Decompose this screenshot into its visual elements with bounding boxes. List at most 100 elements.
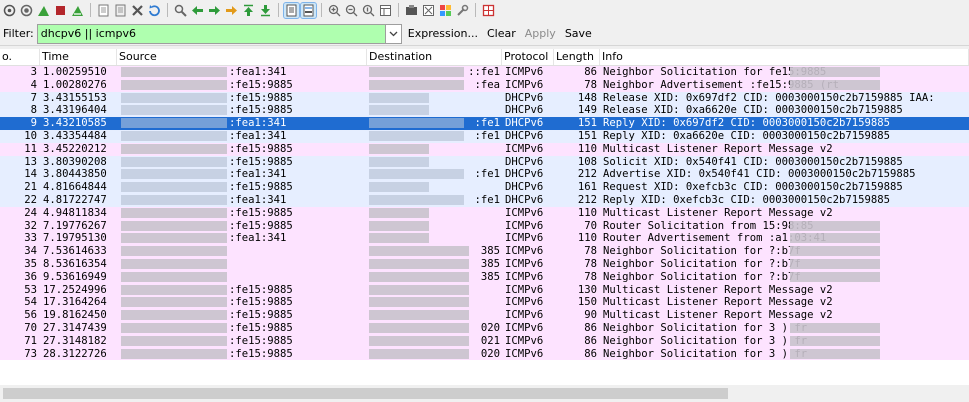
packet-length-text: 78 xyxy=(584,78,597,91)
packet-list[interactable]: o. Time Source Destination Protocol Leng… xyxy=(0,49,969,385)
packet-row[interactable]: 34 7.53614633 385 ICMPv6 78 Neighbor Solicita… xyxy=(0,245,969,258)
zoom-in-icon[interactable] xyxy=(327,3,342,18)
packet-row[interactable]: 70 27.3147439:fe15:9885 020 ICMPv6 86 Neighbo… xyxy=(0,321,969,335)
packet-length: 70 xyxy=(554,220,600,233)
apply-button[interactable]: Apply xyxy=(525,27,556,40)
packet-time-text: 3.43354484 xyxy=(43,129,107,142)
packet-row[interactable]: 73 28.3122726:fe15:9885 020 ICMPv6 86 Neighbo… xyxy=(0,347,969,361)
clear-button[interactable]: Clear xyxy=(487,27,516,40)
packet-row[interactable]: 54 17.3164264:fe15:9885 ICMPv6 150 Multicast… xyxy=(0,296,969,310)
packet-row[interactable]: 32 7.19776267:fe15:9885 ICMPv6 70 Router Sol… xyxy=(0,219,969,233)
packet-protocol-text: DHCPv6 xyxy=(505,181,544,194)
resize-columns-icon[interactable] xyxy=(378,3,393,18)
display-filter-input[interactable] xyxy=(36,23,386,44)
packet-destination xyxy=(367,232,502,245)
packet-info: Release XID: 0x697df2 CID: 0003000150c2b… xyxy=(600,92,969,105)
redacted-area xyxy=(790,335,880,346)
packet-number-text: 3 xyxy=(30,66,37,78)
autoscroll-icon[interactable] xyxy=(283,1,300,19)
go-first-icon[interactable] xyxy=(241,3,256,18)
packet-row[interactable]: 21 4.81664844:fe15:9885 DHCPv6 161 Request X… xyxy=(0,181,969,194)
coloring-rules-icon[interactable] xyxy=(438,3,453,18)
packet-destination xyxy=(367,296,502,309)
packet-length-text: 78 xyxy=(584,245,597,258)
redacted-area xyxy=(121,182,227,193)
go-last-icon[interactable] xyxy=(258,3,273,18)
redacted-area xyxy=(121,284,227,295)
packet-row[interactable]: 3 1.00259510:fea1:341::fe1 ICMPv6 86 Neighbo… xyxy=(0,66,969,79)
packet-number: 13 xyxy=(0,156,40,169)
shark-fin-icon[interactable] xyxy=(36,3,51,18)
packet-row[interactable]: 24 4.94811834:fe15:9885 ICMPv6 110 Multicast… xyxy=(0,206,969,220)
packet-row[interactable]: 13 3.80390208:fe15:9885 DHCPv6 108 Solicit X… xyxy=(0,155,969,169)
packet-row[interactable]: 14 3.80443850:fea1:341:fe1 DHCPv6 212 Advert… xyxy=(0,168,969,182)
packet-row[interactable]: 4 1.00280276:fe15:9885:fea ICMPv6 78 Neighbo… xyxy=(0,78,969,92)
scrollbar-thumb[interactable] xyxy=(3,388,728,399)
save-file-icon[interactable] xyxy=(113,3,128,18)
column-header-destination[interactable]: Destination xyxy=(367,49,502,65)
capture-options-icon[interactable] xyxy=(2,3,17,18)
packet-number-text: 22 xyxy=(24,193,37,206)
find-icon[interactable] xyxy=(173,3,188,18)
column-header-length[interactable]: Length xyxy=(554,49,600,65)
packet-row[interactable]: 22 4.81722747:fea1:341:fe1 DHCPv6 212 Reply … xyxy=(0,193,969,207)
capture-filters-icon[interactable] xyxy=(404,3,419,18)
open-file-icon[interactable] xyxy=(96,3,111,18)
packet-info: Router Solicitation from 15:98:85 xyxy=(600,220,969,233)
packet-row[interactable]: 10 3.43354484:fea1:341:fe1 DHCPv6 151 Reply … xyxy=(0,129,969,143)
packet-row[interactable]: 56 19.8162450:fe15:9885 ICMPv6 90 Multicast … xyxy=(0,309,969,322)
display-filters-icon[interactable] xyxy=(421,3,436,18)
packet-list-header: o. Time Source Destination Protocol Leng… xyxy=(0,49,969,66)
packet-protocol: ICMPv6 xyxy=(502,220,554,233)
preferences-icon[interactable] xyxy=(455,3,470,18)
column-header-protocol[interactable]: Protocol xyxy=(502,49,554,65)
close-file-icon[interactable] xyxy=(130,3,145,18)
packet-time: 19.8162450 xyxy=(40,309,117,322)
packet-row[interactable]: 11 3.45220212:fe15:9885 ICMPv6 110 Multicast… xyxy=(0,142,969,156)
packet-info-text: Reply XID: 0x697df2 CID: 0003000150c2b71… xyxy=(603,117,891,130)
horizontal-scrollbar[interactable] xyxy=(0,385,969,402)
packet-number: 35 xyxy=(0,258,40,271)
colorize-icon[interactable] xyxy=(300,1,317,19)
redacted-area xyxy=(790,246,880,257)
packet-number-text: 4 xyxy=(30,78,37,91)
save-button[interactable]: Save xyxy=(565,27,592,40)
column-header-time[interactable]: Time xyxy=(40,49,117,65)
stop-icon[interactable] xyxy=(53,3,68,18)
help-icon[interactable] xyxy=(481,3,496,18)
packet-info-text: Multicast Listener Report Message v2 xyxy=(603,206,833,219)
redacted-area xyxy=(121,92,227,103)
packet-length: 149 xyxy=(554,104,600,117)
packet-row[interactable]: 8 3.43196404:fe15:9885 DHCPv6 149 Release XI… xyxy=(0,104,969,118)
packet-length: 148 xyxy=(554,92,600,105)
packet-protocol: DHCPv6 xyxy=(502,92,554,105)
packet-row[interactable]: 35 8.53616354 385 ICMPv6 78 Neighbor Solicita… xyxy=(0,257,969,271)
column-header-no[interactable]: o. xyxy=(0,49,40,65)
packet-row[interactable]: 71 27.3148182:fe15:9885 021 ICMPv6 86 Neighbo… xyxy=(0,334,969,348)
filter-dropdown-button[interactable] xyxy=(385,23,402,44)
shark-fin-reload-icon[interactable] xyxy=(70,3,85,18)
packet-info: Multicast Listener Report Message v2 xyxy=(600,284,969,297)
zoom-out-icon[interactable] xyxy=(344,3,359,18)
go-to-packet-icon[interactable] xyxy=(224,3,239,18)
zoom-normal-icon[interactable] xyxy=(361,3,376,18)
packet-source-text: :fe15:9885 xyxy=(229,104,293,117)
packet-time-text: 7.19776267 xyxy=(43,219,107,232)
packet-row[interactable]: 9 3.43210585:fea1:341:fe1 DHCPv6 151 Reply X… xyxy=(0,117,969,130)
go-forward-icon[interactable] xyxy=(207,3,222,18)
packet-row[interactable]: 33 7.19795130:fea1:341 ICMPv6 110 Router Adv… xyxy=(0,232,969,246)
packet-time-text: 17.3164264 xyxy=(43,296,107,309)
expression-button[interactable]: Expression... xyxy=(408,27,478,40)
column-header-info[interactable]: Info xyxy=(600,49,969,65)
redacted-area xyxy=(369,271,469,282)
packet-row[interactable]: 7 3.43155153:fe15:9885 DHCPv6 148 Release XI… xyxy=(0,91,969,105)
reload-icon[interactable] xyxy=(147,3,162,18)
packet-time-text: 19.8162450 xyxy=(43,309,107,322)
redacted-area xyxy=(369,310,469,321)
column-header-source[interactable]: Source xyxy=(117,49,367,65)
packet-number: 21 xyxy=(0,181,40,194)
packet-row[interactable]: 53 17.2524996:fe15:9885 ICMPv6 130 Multicast… xyxy=(0,283,969,297)
packet-row[interactable]: 36 9.53616949 385 ICMPv6 78 Neighbor Solicita… xyxy=(0,270,969,284)
go-back-icon[interactable] xyxy=(190,3,205,18)
restart-icon[interactable] xyxy=(19,3,34,18)
